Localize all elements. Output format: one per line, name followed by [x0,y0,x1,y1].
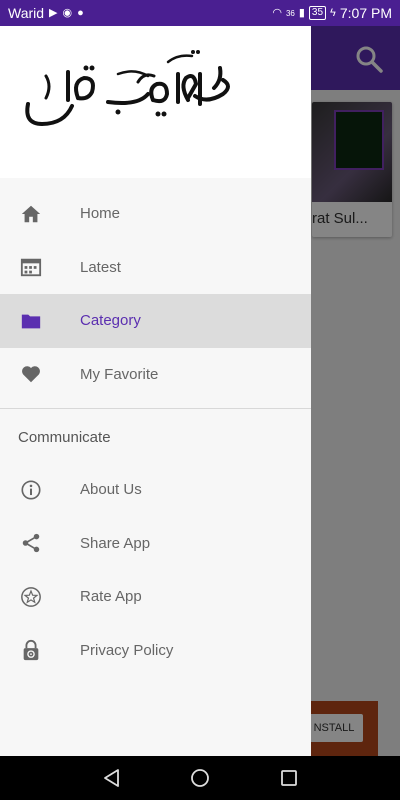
lock-icon [23,640,39,661]
navigation-drawer: Home Latest Category My Favorite Communi… [0,26,311,756]
share-icon [22,534,40,553]
menu-divider [0,408,311,409]
menu-item-about-us[interactable]: About Us [0,463,311,517]
menu-item-home[interactable]: Home [0,187,311,241]
menu-item-label: Category [80,312,141,330]
menu-item-category[interactable]: Category [0,294,311,348]
menu-item-label: My Favorite [80,365,159,383]
back-icon[interactable] [100,766,124,790]
menu-item-label: Privacy Policy [80,641,174,659]
communicate-menu: About Us Share App Rate App Privacy Poli… [0,463,311,677]
menu-item-privacy-policy[interactable]: Privacy Policy [0,624,311,678]
network-type: 36 [285,8,295,18]
heart-icon [22,366,40,383]
battery-icon: 35 [308,6,327,20]
menu-item-label: Latest [80,258,121,276]
menu-item-rate-app[interactable]: Rate App [0,570,311,624]
menu-item-my-favorite[interactable]: My Favorite [0,348,311,402]
system-navigation-bar [0,756,400,800]
recents-icon[interactable] [277,766,301,790]
app-notification-icon: ◉ [62,6,73,19]
menu-item-label: Home [80,205,121,223]
menu-item-label: About Us [80,481,142,499]
calendar-icon [20,259,42,277]
menu-item-label: Rate App [80,588,142,606]
drawer-header [0,26,311,178]
media-icon: ▶ [49,6,58,19]
urdu-calligraphy-logo [25,50,230,126]
wifi-icon: ◠ [272,6,282,19]
carrier-label: Warid [8,5,45,21]
home-icon [21,205,41,222]
clock: 7:07 PM [339,5,392,21]
charging-icon: ϟ [330,6,336,19]
section-title-communicate: Communicate [18,429,111,446]
message-icon: ● [77,6,84,19]
folder-icon [21,314,41,329]
menu-item-label: Share App [80,534,151,552]
menu-item-latest[interactable]: Latest [0,241,311,295]
status-bar: Warid ▶ ◉ ● ◠ 36 ▮ 35 ϟ 7:07 PM [0,0,400,26]
signal-icon: ▮ [298,6,305,19]
home-nav-icon[interactable] [188,766,212,790]
info-icon [21,480,41,500]
menu-item-share-app[interactable]: Share App [0,517,311,571]
star-icon [21,586,41,607]
main-menu: Home Latest Category My Favorite [0,187,311,401]
